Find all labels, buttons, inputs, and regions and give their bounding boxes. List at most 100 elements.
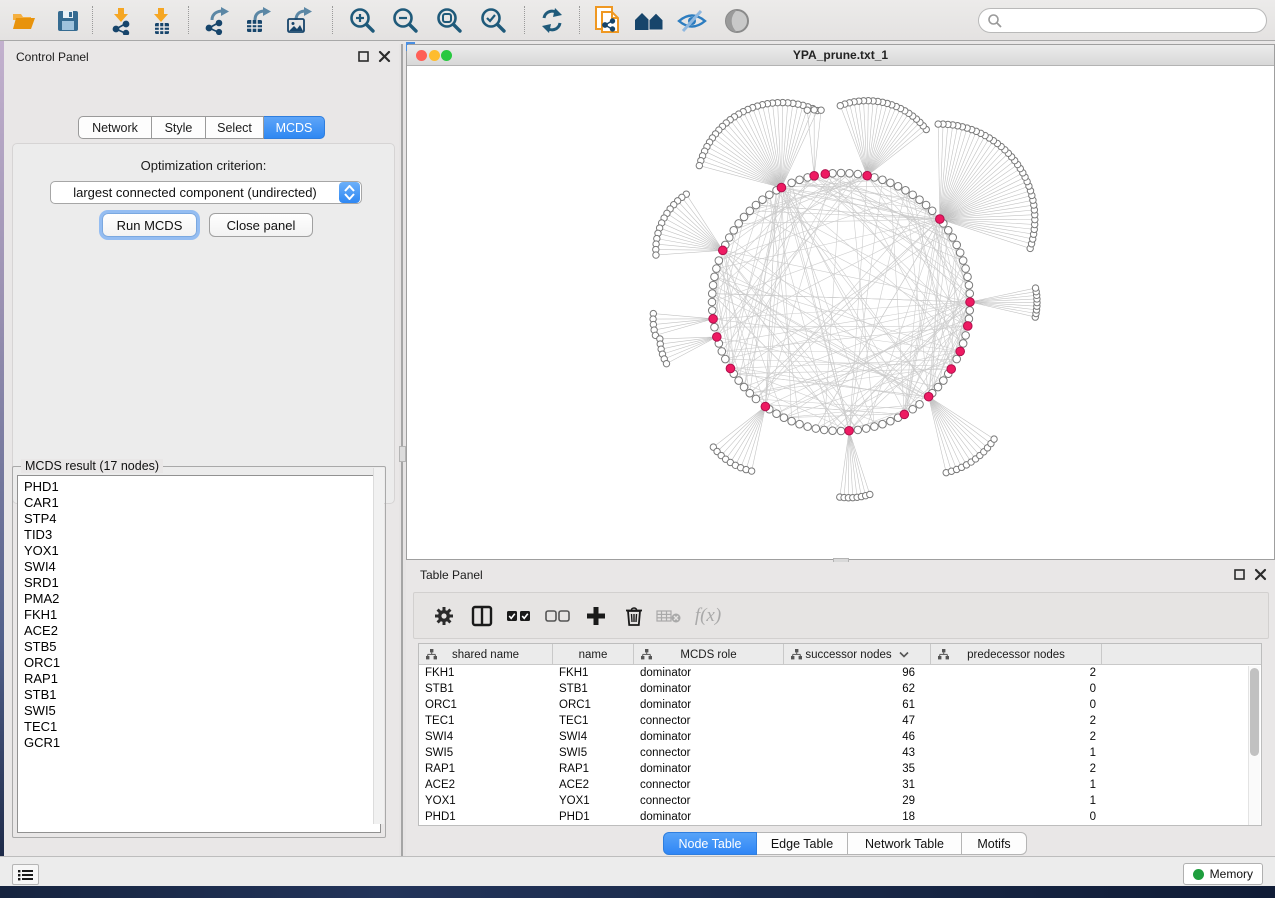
mcds-result-item[interactable]: SRD1 bbox=[24, 575, 380, 591]
network-node[interactable] bbox=[812, 425, 820, 433]
cell-succ[interactable]: 96 bbox=[784, 665, 931, 681]
close-panel-button[interactable]: Close panel bbox=[209, 213, 313, 237]
import-network-icon[interactable] bbox=[106, 5, 138, 36]
network-node[interactable] bbox=[752, 395, 760, 403]
network-hub-node[interactable] bbox=[863, 171, 872, 180]
mcds-result-item[interactable]: RAP1 bbox=[24, 671, 380, 687]
cell-pred[interactable]: 0 bbox=[931, 697, 1102, 713]
network-node[interactable] bbox=[837, 102, 843, 108]
network-node[interactable] bbox=[887, 179, 895, 187]
table-scrollbar[interactable] bbox=[1248, 666, 1260, 825]
network-node[interactable] bbox=[663, 360, 669, 366]
neighbors-icon[interactable] bbox=[633, 5, 665, 36]
network-hub-node[interactable] bbox=[726, 364, 735, 373]
network-hub-node[interactable] bbox=[761, 402, 770, 411]
network-node[interactable] bbox=[949, 234, 957, 242]
table-row[interactable]: ORC1ORC1dominator610 bbox=[419, 697, 1261, 713]
run-mcds-button[interactable]: Run MCDS bbox=[102, 213, 197, 237]
cell-succ[interactable]: 43 bbox=[784, 745, 931, 761]
optimization-criterion-select[interactable]: largest connected component (undirected) bbox=[50, 181, 362, 204]
network-node[interactable] bbox=[713, 265, 721, 273]
table-row[interactable]: FKH1FKH1dominator962 bbox=[419, 665, 1261, 681]
mcds-result-item[interactable]: STB1 bbox=[24, 687, 380, 703]
cell-pred[interactable]: 2 bbox=[931, 761, 1102, 777]
network-hub-node[interactable] bbox=[963, 322, 972, 331]
network-node[interactable] bbox=[746, 389, 754, 397]
cell-name[interactable]: STB1 bbox=[553, 681, 634, 697]
network-node[interactable] bbox=[788, 179, 796, 187]
cell-name[interactable]: SWI4 bbox=[553, 729, 634, 745]
network-hub-node[interactable] bbox=[845, 426, 854, 435]
save-session-icon[interactable] bbox=[52, 5, 84, 36]
tab-select[interactable]: Select bbox=[206, 116, 264, 139]
mcds-result-item[interactable]: PMA2 bbox=[24, 591, 380, 607]
network-hub-node[interactable] bbox=[956, 347, 965, 356]
tab-edge-table[interactable]: Edge Table bbox=[757, 832, 848, 855]
network-hub-node[interactable] bbox=[709, 315, 718, 324]
mcds-result-item[interactable]: YOX1 bbox=[24, 543, 380, 559]
network-node[interactable] bbox=[940, 377, 948, 385]
network-node[interactable] bbox=[894, 183, 902, 191]
cell-name[interactable]: PHD1 bbox=[553, 809, 634, 825]
network-node[interactable] bbox=[715, 257, 723, 265]
float-panel-icon[interactable] bbox=[357, 50, 370, 63]
tab-motifs[interactable]: Motifs bbox=[962, 832, 1027, 855]
cell-name[interactable]: SWI5 bbox=[553, 745, 634, 761]
cell-succ[interactable]: 61 bbox=[784, 697, 931, 713]
network-canvas[interactable] bbox=[407, 66, 1274, 560]
network-hub-node[interactable] bbox=[966, 298, 975, 307]
cell-name[interactable]: ACE2 bbox=[553, 777, 634, 793]
cell-role[interactable]: dominator bbox=[634, 697, 784, 713]
network-node[interactable] bbox=[928, 207, 936, 215]
network-node[interactable] bbox=[725, 234, 733, 242]
network-node[interactable] bbox=[916, 401, 924, 409]
network-node[interactable] bbox=[959, 257, 967, 265]
network-node[interactable] bbox=[711, 273, 719, 281]
cell-pred[interactable]: 1 bbox=[931, 745, 1102, 761]
network-node[interactable] bbox=[879, 176, 887, 184]
network-node[interactable] bbox=[711, 323, 719, 331]
tab-style[interactable]: Style bbox=[152, 116, 206, 139]
cell-role[interactable]: dominator bbox=[634, 729, 784, 745]
column-header-MCDS-role[interactable]: MCDS role bbox=[634, 644, 784, 665]
network-node[interactable] bbox=[962, 332, 970, 340]
network-node[interactable] bbox=[752, 201, 760, 209]
network-node[interactable] bbox=[909, 405, 917, 413]
window-minimize-button[interactable] bbox=[429, 50, 440, 61]
cell-pred[interactable]: 0 bbox=[931, 681, 1102, 697]
column-header-shared-name[interactable]: shared name bbox=[419, 644, 553, 665]
network-node[interactable] bbox=[820, 426, 828, 434]
export-image-icon[interactable] bbox=[283, 5, 315, 36]
open-file-icon[interactable] bbox=[8, 5, 40, 36]
cell-succ[interactable]: 46 bbox=[784, 729, 931, 745]
network-node[interactable] bbox=[966, 307, 974, 315]
cell-name[interactable]: TEC1 bbox=[553, 713, 634, 729]
network-node[interactable] bbox=[1032, 285, 1038, 291]
tab-node-table[interactable]: Node Table bbox=[663, 832, 757, 855]
mcds-result-item[interactable]: ACE2 bbox=[24, 623, 380, 639]
mcds-result-item[interactable]: TID3 bbox=[24, 527, 380, 543]
cell-succ[interactable]: 62 bbox=[784, 681, 931, 697]
table-row[interactable]: TEC1TEC1connector472 bbox=[419, 713, 1261, 729]
network-node[interactable] bbox=[811, 107, 817, 113]
cell-succ[interactable]: 35 bbox=[784, 761, 931, 777]
tab-mcds[interactable]: MCDS bbox=[264, 116, 325, 139]
network-window-titlebar[interactable]: YPA_prune.txt_1 bbox=[407, 45, 1274, 66]
network-node[interactable] bbox=[709, 281, 717, 289]
cell-succ[interactable]: 18 bbox=[784, 809, 931, 825]
cell-pred[interactable]: 0 bbox=[931, 809, 1102, 825]
export-table-icon[interactable] bbox=[242, 5, 274, 36]
network-node[interactable] bbox=[879, 420, 887, 428]
network-hub-node[interactable] bbox=[900, 410, 909, 419]
network-node[interactable] bbox=[837, 169, 845, 177]
network-node[interactable] bbox=[730, 227, 738, 235]
network-node[interactable] bbox=[965, 281, 973, 289]
add-icon[interactable] bbox=[582, 602, 610, 630]
mcds-result-item[interactable]: SWI5 bbox=[24, 703, 380, 719]
mcds-result-item[interactable]: SWI4 bbox=[24, 559, 380, 575]
network-node[interactable] bbox=[871, 423, 879, 431]
refresh-icon[interactable] bbox=[536, 5, 568, 36]
network-node[interactable] bbox=[867, 491, 873, 497]
cell-name[interactable]: RAP1 bbox=[553, 761, 634, 777]
network-hub-node[interactable] bbox=[936, 215, 945, 224]
